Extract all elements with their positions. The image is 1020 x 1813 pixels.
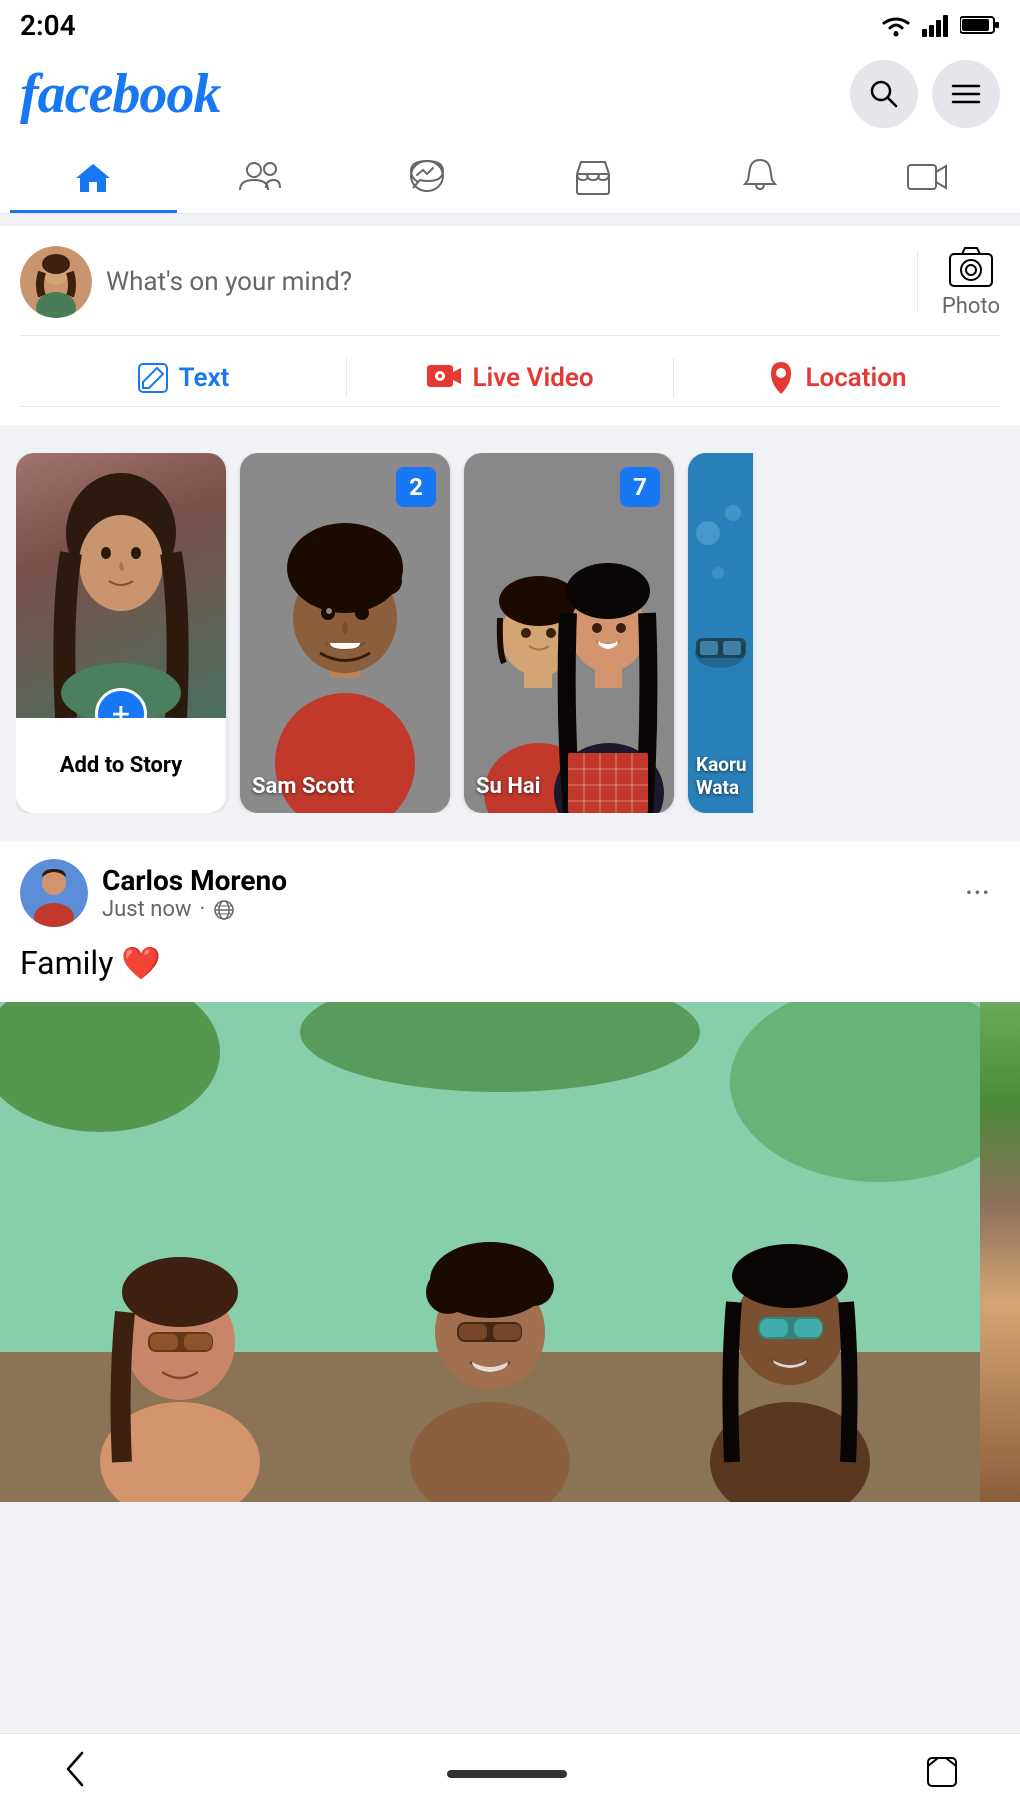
text-edit-icon: [137, 362, 169, 394]
user-avatar: [20, 246, 92, 318]
text-label: Text: [179, 363, 230, 393]
post-avatar-image: [20, 859, 88, 927]
post-time: Just now: [102, 897, 192, 922]
bottom-nav: [0, 1733, 1020, 1813]
story-add[interactable]: + Add to Story: [16, 453, 226, 813]
menu-button[interactable]: [932, 60, 1000, 128]
home-icon: [74, 160, 112, 194]
tab-home[interactable]: [10, 143, 177, 213]
photo-button[interactable]: Photo: [942, 244, 1000, 319]
search-icon: [868, 78, 900, 110]
home-indicator[interactable]: [447, 1770, 567, 1778]
post-content: Family ❤️: [20, 941, 1000, 986]
post-header: Carlos Moreno Just now · ···: [20, 859, 1000, 927]
add-story-label: Add to Story: [60, 753, 183, 778]
post-author-info: Carlos Moreno Just now ·: [20, 859, 287, 927]
story-sam-scott[interactable]: 2 Sam Scott: [240, 453, 450, 813]
back-icon: [60, 1747, 90, 1791]
story-name-suhai: Su Hai: [476, 774, 662, 799]
user-avatar-image: [20, 246, 92, 318]
location-label: Location: [805, 363, 906, 393]
tab-messenger[interactable]: [343, 143, 510, 213]
tab-friends[interactable]: [177, 143, 344, 213]
hamburger-icon: [951, 82, 981, 106]
more-options-button[interactable]: ···: [955, 868, 1000, 918]
post-input-area: What's on your mind? Photo Text: [0, 226, 1020, 425]
post-author-name: Carlos Moreno: [102, 864, 287, 898]
search-button[interactable]: [850, 60, 918, 128]
tab-notifications[interactable]: [677, 143, 844, 213]
battery-icon: [960, 14, 1000, 36]
status-time: 2:04: [20, 9, 76, 42]
header: facebook: [0, 50, 1020, 143]
post-author-details: Carlos Moreno Just now ·: [102, 864, 287, 923]
messenger-icon: [408, 158, 446, 196]
action-row: Text Live Video Location: [20, 336, 1000, 407]
post-meta: Just now ·: [102, 897, 287, 922]
signal-icon: [922, 13, 952, 37]
story-suhai-avatar: [464, 453, 674, 813]
status-icons: [878, 13, 1000, 37]
photo-icon: [948, 244, 994, 290]
recent-apps-button[interactable]: [924, 1754, 960, 1794]
story-kaoru[interactable]: KaoruWata: [688, 453, 753, 813]
divider: [917, 252, 918, 312]
story-su-hai[interactable]: 7 Su Hai: [464, 453, 674, 813]
bell-icon: [742, 158, 778, 196]
story-badge-suhai: 7: [620, 467, 660, 507]
post-image-svg: [0, 1002, 980, 1502]
post-dot: ·: [200, 897, 206, 922]
video-icon: [906, 160, 948, 194]
globe-icon: [213, 899, 235, 921]
status-bar: 2:04: [0, 0, 1020, 50]
facebook-logo: facebook: [20, 62, 220, 126]
post-author-avatar[interactable]: [20, 859, 88, 927]
location-icon: [767, 360, 795, 396]
nav-tabs: [0, 143, 1020, 214]
post-image: [0, 1002, 1020, 1502]
stories-section: + Add to Story: [0, 437, 1020, 829]
tab-marketplace[interactable]: [510, 143, 677, 213]
live-video-icon: [426, 364, 462, 392]
header-actions: [850, 60, 1000, 128]
post-input-row: What's on your mind? Photo: [20, 244, 1000, 336]
text-action[interactable]: Text: [20, 352, 346, 404]
back-button[interactable]: [60, 1747, 90, 1800]
story-name-sam: Sam Scott: [252, 774, 438, 799]
live-video-action[interactable]: Live Video: [347, 353, 673, 403]
wifi-icon: [878, 13, 914, 37]
marketplace-icon: [574, 158, 612, 196]
post-input-field[interactable]: What's on your mind?: [106, 267, 893, 297]
location-action[interactable]: Location: [674, 350, 1000, 406]
live-video-label: Live Video: [472, 363, 593, 393]
recent-apps-icon: [924, 1754, 960, 1790]
stories-row: + Add to Story: [16, 453, 1020, 813]
story-add-avatar: [16, 453, 226, 718]
story-name-kaoru: KaoruWata: [696, 753, 749, 799]
tab-video[interactable]: [843, 143, 1010, 213]
post-section: Carlos Moreno Just now · ··· Family ❤️: [0, 841, 1020, 1502]
story-badge-sam: 2: [396, 467, 436, 507]
friends-icon: [238, 160, 282, 194]
story-sam-avatar: [240, 453, 450, 813]
photo-label: Photo: [942, 294, 1000, 319]
